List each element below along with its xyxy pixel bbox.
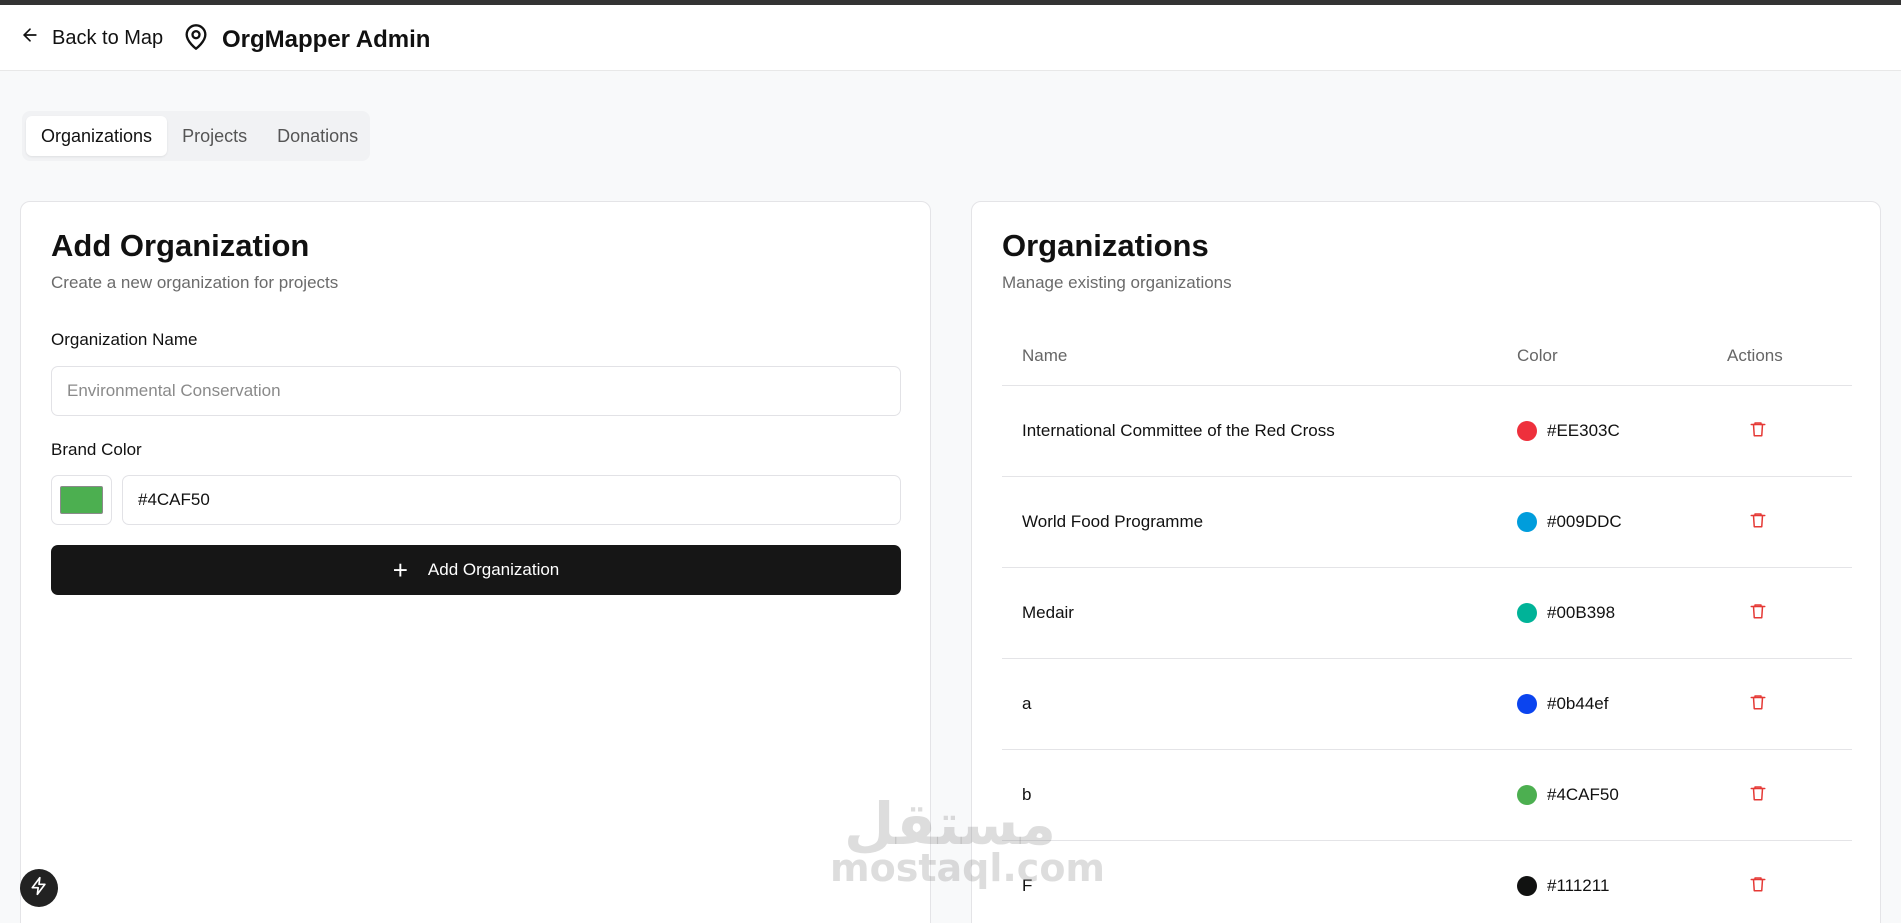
trash-icon bbox=[1749, 601, 1767, 626]
color-dot bbox=[1517, 694, 1537, 714]
add-organization-button-label: Add Organization bbox=[427, 560, 560, 579]
org-name: Medair bbox=[1022, 603, 1074, 622]
brand-color-label: Brand Color bbox=[51, 440, 142, 459]
table-row: a #0b44ef bbox=[1002, 659, 1852, 750]
org-color: #00B398 bbox=[1517, 603, 1727, 623]
org-color-hex: #009DDC bbox=[1547, 512, 1622, 531]
add-organization-subtitle: Create a new organization for projects bbox=[51, 273, 339, 292]
table-row: Medair #00B398 bbox=[1002, 568, 1852, 659]
column-header-name: Name bbox=[1022, 345, 1068, 365]
org-color-hex: #111211 bbox=[1547, 876, 1610, 895]
color-dot bbox=[1517, 785, 1537, 805]
color-dot bbox=[1517, 512, 1537, 532]
trash-icon bbox=[1749, 692, 1767, 717]
app-title: OrgMapper Admin bbox=[222, 25, 431, 53]
lightning-icon bbox=[29, 876, 49, 901]
delete-button[interactable] bbox=[1727, 692, 1852, 717]
org-name: b bbox=[1022, 785, 1032, 804]
organizations-subtitle: Manage existing organizations bbox=[1002, 273, 1232, 292]
color-dot bbox=[1517, 876, 1537, 896]
color-swatch bbox=[60, 486, 103, 514]
org-color: #111211 bbox=[1517, 876, 1727, 896]
organizations-table: Name Color Actions International Committ… bbox=[1002, 326, 1852, 923]
org-color: #0b44ef bbox=[1517, 694, 1727, 714]
table-body: International Committee of the Red Cross… bbox=[1002, 386, 1852, 923]
plus-icon: + bbox=[392, 555, 408, 585]
organization-name-label: Organization Name bbox=[51, 330, 198, 349]
delete-button[interactable] bbox=[1727, 601, 1852, 626]
org-color-hex: #0b44ef bbox=[1547, 694, 1609, 713]
admin-tabs: Organizations Projects Donations bbox=[22, 111, 370, 161]
delete-button[interactable] bbox=[1727, 874, 1852, 899]
trash-icon bbox=[1749, 510, 1767, 535]
brand-color-input[interactable] bbox=[122, 475, 901, 525]
delete-button[interactable] bbox=[1727, 510, 1852, 535]
arrow-left-icon bbox=[20, 25, 40, 51]
organizations-list-card: Organizations Manage existing organizati… bbox=[971, 201, 1881, 923]
map-pin-icon bbox=[182, 22, 210, 57]
app-brand: OrgMapper Admin bbox=[182, 22, 430, 57]
table-row: F #111211 bbox=[1002, 841, 1852, 923]
delete-button[interactable] bbox=[1727, 783, 1852, 808]
table-row: World Food Programme #009DDC bbox=[1002, 477, 1852, 568]
org-name: a bbox=[1022, 694, 1032, 713]
table-row: International Committee of the Red Cross… bbox=[1002, 386, 1852, 477]
add-organization-button[interactable]: + Add Organization bbox=[51, 545, 901, 595]
delete-button[interactable] bbox=[1727, 419, 1852, 444]
color-picker-button[interactable] bbox=[51, 475, 112, 525]
trash-icon bbox=[1749, 419, 1767, 444]
org-color: #009DDC bbox=[1517, 512, 1727, 532]
tab-organizations[interactable]: Organizations bbox=[26, 116, 168, 156]
table-header: Name Color Actions bbox=[1002, 326, 1852, 386]
org-color-hex: #EE303C bbox=[1547, 421, 1620, 440]
lightning-fab-button[interactable] bbox=[20, 869, 58, 907]
color-dot bbox=[1517, 603, 1537, 623]
organizations-title: Organizations bbox=[1002, 228, 1209, 263]
org-name: World Food Programme bbox=[1022, 512, 1204, 531]
column-header-color: Color bbox=[1517, 345, 1558, 365]
back-to-map-label: Back to Map bbox=[52, 26, 164, 49]
column-header-actions: Actions bbox=[1727, 345, 1783, 365]
trash-icon bbox=[1749, 783, 1767, 808]
org-color: #4CAF50 bbox=[1517, 785, 1727, 805]
back-to-map-link[interactable]: Back to Map bbox=[20, 25, 163, 51]
tab-donations[interactable]: Donations bbox=[262, 116, 373, 156]
add-organization-title: Add Organization bbox=[51, 228, 310, 263]
org-color-hex: #4CAF50 bbox=[1547, 785, 1619, 804]
org-name: International Committee of the Red Cross bbox=[1022, 421, 1335, 440]
top-bar: Back to Map OrgMapper Admin bbox=[0, 0, 1901, 71]
organization-name-input[interactable] bbox=[51, 366, 901, 416]
tab-projects[interactable]: Projects bbox=[167, 116, 262, 156]
org-color: #EE303C bbox=[1517, 421, 1727, 441]
trash-icon bbox=[1749, 874, 1767, 899]
table-row: b #4CAF50 bbox=[1002, 750, 1852, 841]
color-dot bbox=[1517, 421, 1537, 441]
org-color-hex: #00B398 bbox=[1547, 603, 1616, 622]
org-name: F bbox=[1022, 876, 1033, 895]
add-organization-card: Add Organization Create a new organizati… bbox=[20, 201, 931, 923]
